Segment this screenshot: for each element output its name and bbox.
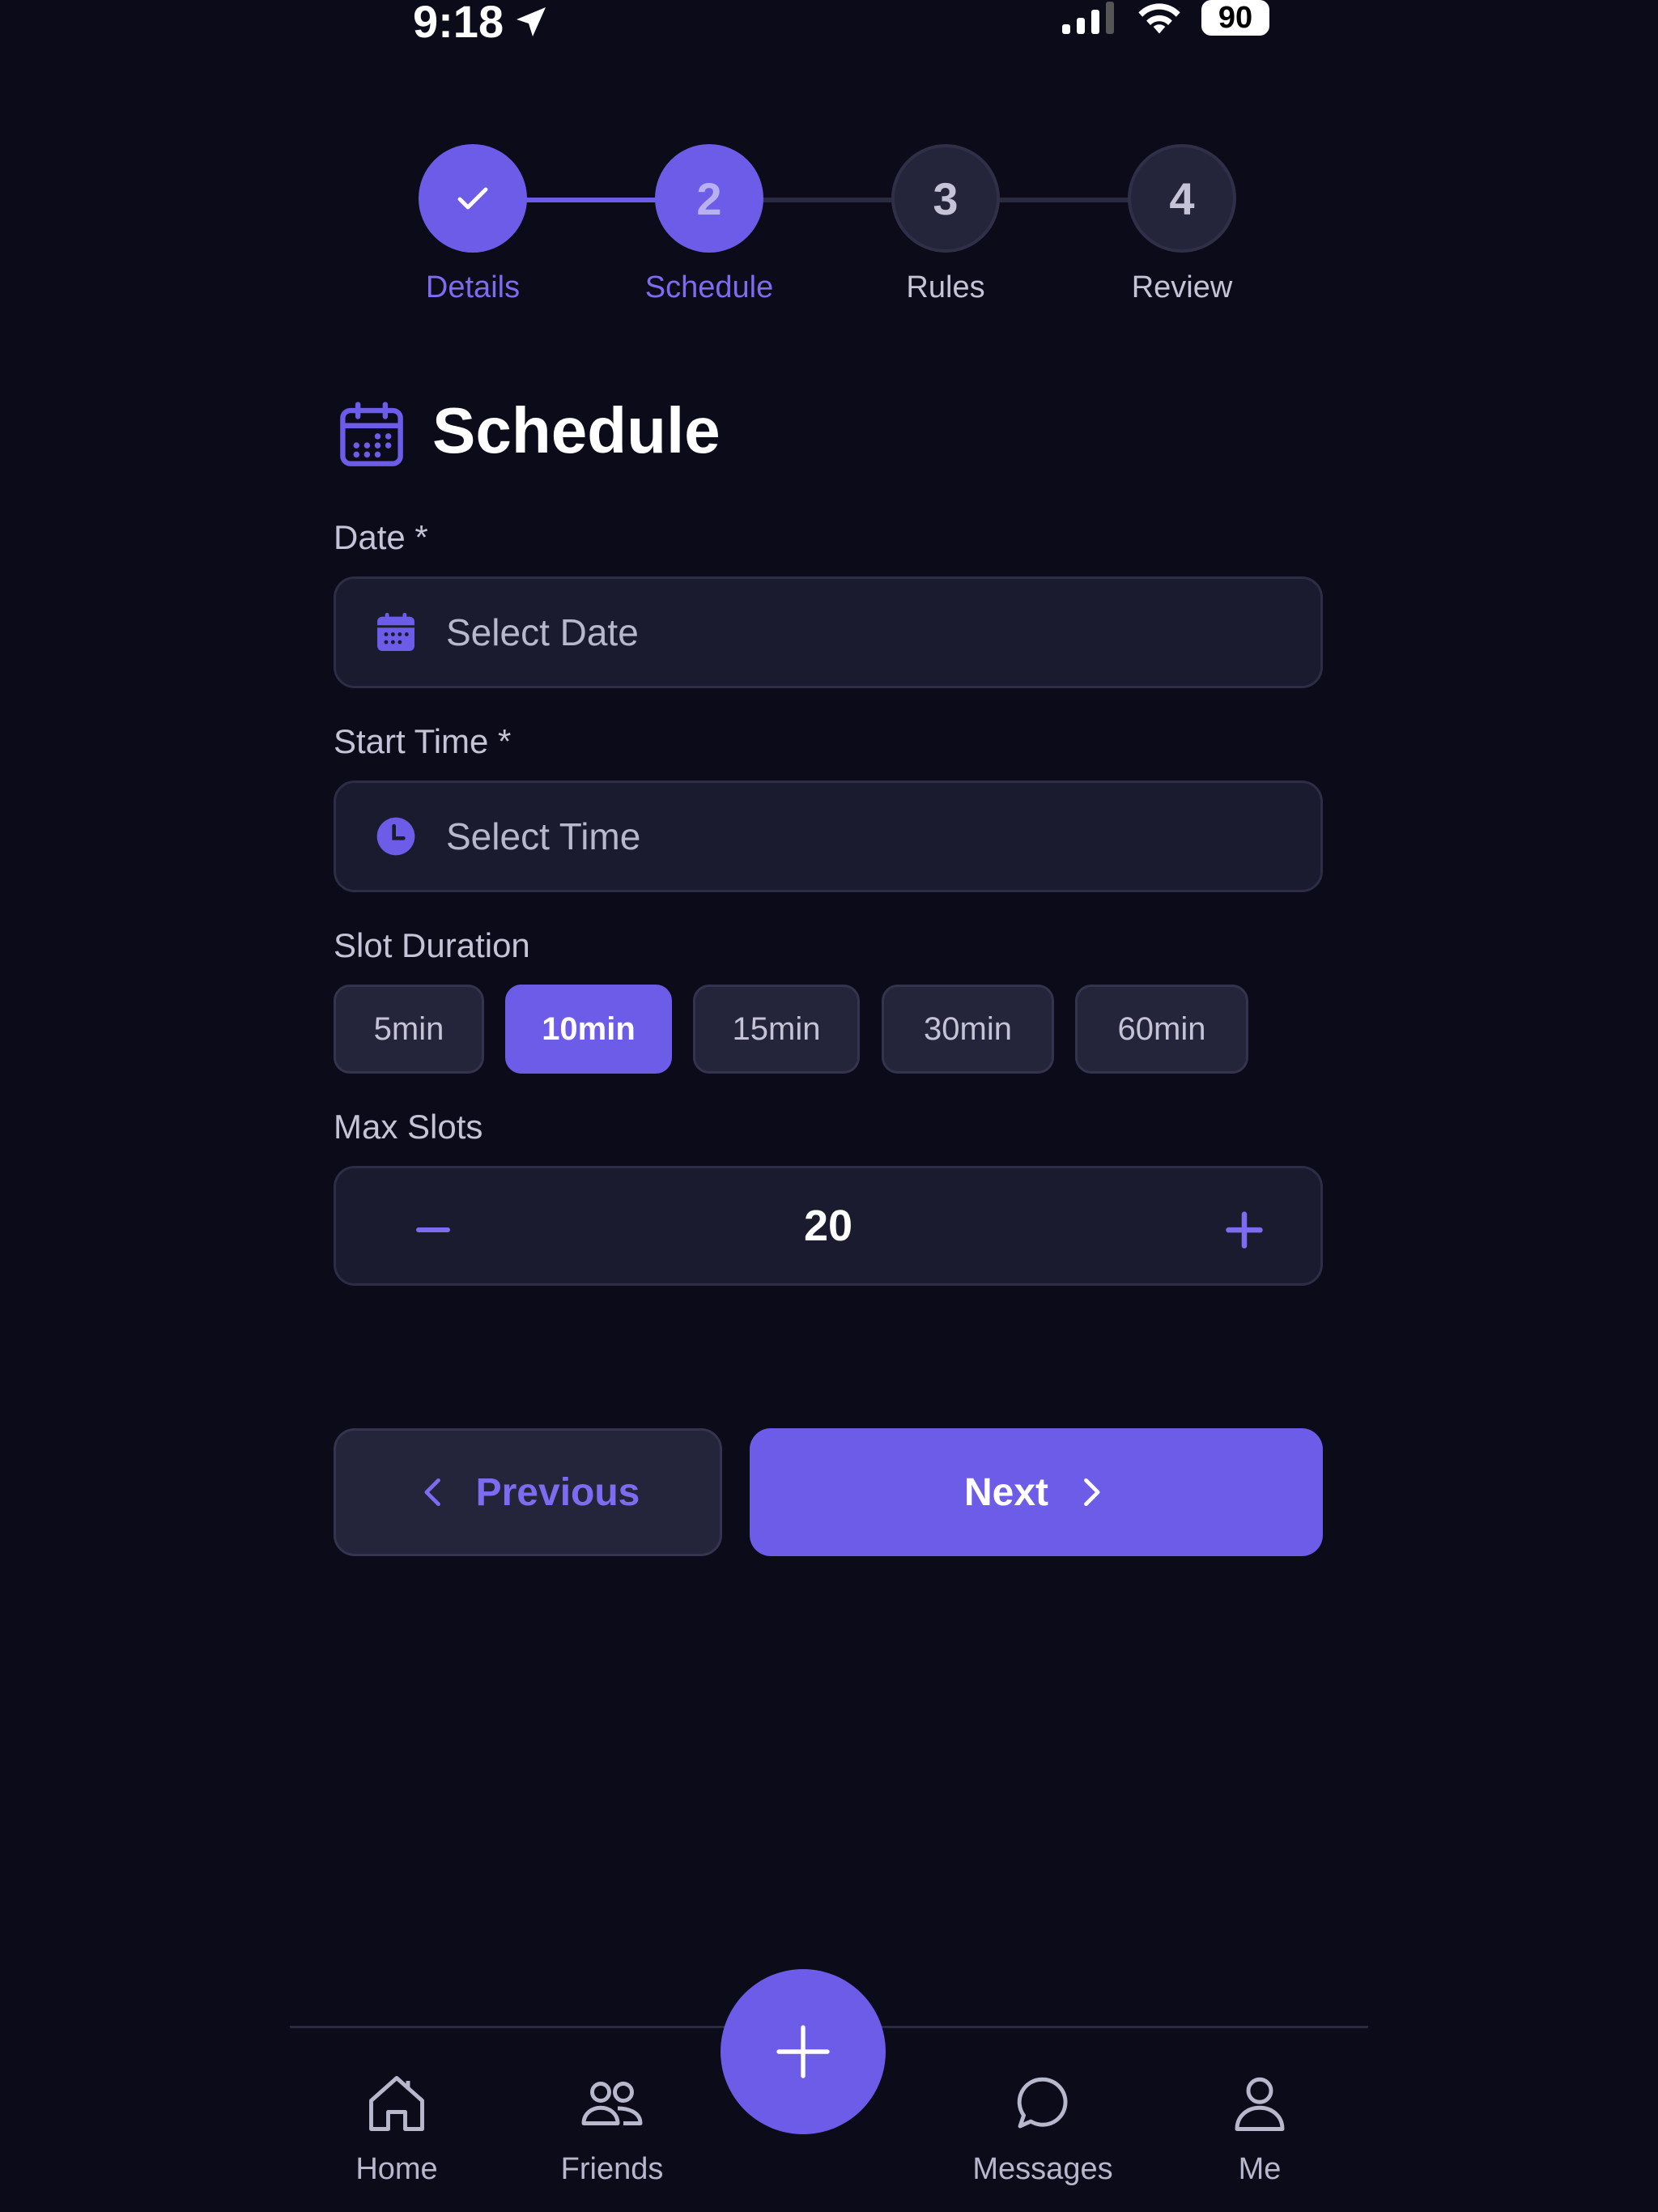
plus-icon	[776, 2025, 830, 2078]
duration-chip-60min[interactable]: 60min	[1075, 985, 1248, 1074]
calendar-icon	[372, 608, 420, 657]
nav-item-me[interactable]: Me	[1163, 2069, 1357, 2187]
battery-indicator: 90	[1201, 0, 1269, 36]
status-bar-time: 9:18	[413, 0, 551, 48]
step-number: 4	[1169, 172, 1195, 224]
start-time-placeholder: Select Time	[446, 815, 641, 857]
wifi-icon	[1138, 3, 1180, 34]
max-slots-value: 20	[803, 1202, 853, 1250]
duration-chip-15min[interactable]: 15min	[693, 985, 860, 1074]
date-field[interactable]: Select Date	[334, 576, 1323, 688]
nav-label: Friends	[560, 2152, 664, 2186]
step-connector-1	[526, 198, 656, 202]
date-placeholder: Select Date	[446, 611, 639, 653]
messages-icon	[1017, 2077, 1068, 2129]
duration-chip-label: 60min	[1117, 1010, 1206, 1047]
nav-item-friends[interactable]: Friends	[515, 2069, 709, 2187]
date-label: Date *	[334, 518, 428, 556]
step-review-circle[interactable]: 4	[1128, 144, 1236, 253]
duration-chip-label: 15min	[732, 1010, 821, 1047]
next-button-label: Next	[963, 1470, 1049, 1514]
duration-chip-label: 30min	[924, 1010, 1012, 1047]
duration-chip-30min[interactable]: 30min	[882, 985, 1054, 1074]
previous-button[interactable]: Previous	[334, 1428, 722, 1556]
step-number: 2	[696, 172, 722, 224]
step-rules-label: Rules	[906, 270, 985, 304]
previous-button-label: Previous	[475, 1470, 640, 1514]
duration-chip-10min[interactable]: 10min	[505, 985, 672, 1074]
nav-label: Home	[355, 2152, 438, 2186]
checkmark-icon	[457, 187, 488, 210]
max-slots-label: Max Slots	[334, 1108, 483, 1146]
friends-icon	[581, 2082, 643, 2125]
step-review-label: Review	[1131, 270, 1233, 304]
step-number: 3	[933, 172, 959, 224]
max-slots-stepper: 20	[334, 1166, 1323, 1286]
nav-item-home[interactable]: Home	[300, 2069, 494, 2187]
status-bar-indicators: 90	[1061, 0, 1269, 36]
location-arrow-icon	[517, 6, 546, 36]
chevron-right-icon	[1084, 1478, 1100, 1507]
start-time-field[interactable]: Select Time	[334, 781, 1323, 892]
next-button[interactable]: Next	[750, 1428, 1323, 1556]
chevron-left-icon	[424, 1478, 440, 1507]
increment-button[interactable]	[1204, 1188, 1285, 1269]
profile-icon	[1235, 2077, 1285, 2131]
page-title: Schedule	[432, 394, 721, 466]
minus-icon	[416, 1227, 450, 1232]
start-time-label: Start Time *	[334, 722, 512, 760]
plus-icon	[1226, 1211, 1263, 1249]
step-schedule-label: Schedule	[644, 270, 774, 304]
step-connector-3	[999, 198, 1129, 202]
nav-label: Me	[1238, 2152, 1282, 2186]
nav-label: Messages	[972, 2152, 1113, 2186]
battery-level: 90	[1218, 0, 1253, 35]
decrement-button[interactable]	[393, 1188, 474, 1269]
signal-icon	[1062, 2, 1114, 34]
step-schedule-circle[interactable]: 2	[655, 144, 763, 253]
nav-item-messages[interactable]: Messages	[946, 2069, 1140, 2187]
step-details-circle[interactable]	[419, 144, 527, 253]
slot-duration-label: Slot Duration	[334, 926, 530, 964]
status-time-text: 9:18	[413, 0, 504, 47]
create-fab-button[interactable]	[721, 1969, 886, 2134]
clock-icon	[372, 812, 420, 861]
duration-chip-5min[interactable]: 5min	[334, 985, 484, 1074]
duration-chip-label: 10min	[542, 1010, 636, 1047]
step-rules-circle[interactable]: 3	[891, 144, 1000, 253]
duration-chip-label: 5min	[373, 1010, 444, 1047]
home-icon	[369, 2076, 424, 2131]
step-connector-2	[763, 198, 892, 202]
calendar-icon	[340, 402, 403, 466]
step-details-label: Details	[425, 270, 521, 304]
